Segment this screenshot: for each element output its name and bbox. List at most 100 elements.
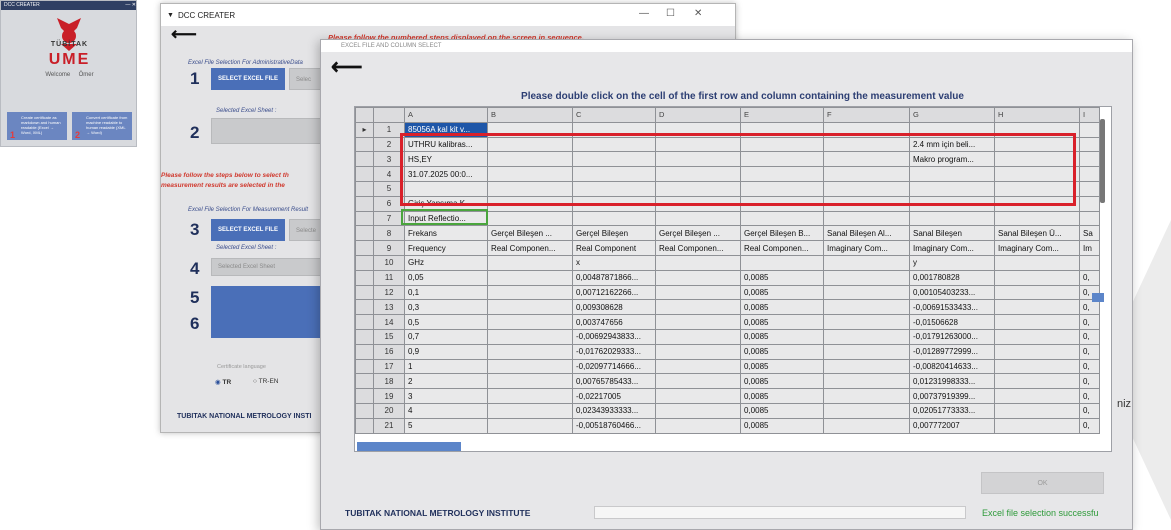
grid-cell[interactable]: 0,1 xyxy=(404,284,488,301)
grid-cell[interactable]: 0,0085 xyxy=(740,417,824,434)
grid-cell[interactable] xyxy=(655,373,741,390)
grid-cell[interactable] xyxy=(740,210,824,227)
grid-cell[interactable]: 0,007772007 xyxy=(909,417,995,434)
table-row[interactable]: 9 Frequency Real Componen... Real Component… xyxy=(355,240,1100,256)
grid-cell[interactable]: GHz xyxy=(404,254,488,271)
column-header[interactable]: D xyxy=(655,107,741,123)
column-header[interactable]: G xyxy=(909,107,995,123)
grid-cell[interactable]: -0,00518760466... xyxy=(572,417,656,434)
grid-cell[interactable]: 0,003747656 xyxy=(572,314,656,330)
table-row[interactable]: 17 1 -0,02097714666... 0,0085 -0,00820414633… xyxy=(355,358,1100,375)
grid-cell[interactable] xyxy=(740,254,824,271)
grid-cell[interactable]: 0,5 xyxy=(404,314,488,330)
grid-cell[interactable] xyxy=(655,210,741,227)
grid-cell[interactable]: 0,0085 xyxy=(740,388,824,404)
grid-cell[interactable] xyxy=(487,373,573,390)
grid-cell[interactable]: 0,0085 xyxy=(740,328,824,345)
grid-cell[interactable]: 1 xyxy=(404,358,488,375)
grid-cell[interactable]: Real Componen... xyxy=(487,240,573,256)
grid-cell[interactable] xyxy=(823,314,910,330)
maximize-icon[interactable]: ☐ xyxy=(666,8,675,19)
grid-cell[interactable]: Im xyxy=(1079,240,1100,256)
grid-cell[interactable]: 0,0085 xyxy=(740,299,824,316)
grid-cell[interactable]: 0, xyxy=(1079,314,1100,330)
grid-cell[interactable] xyxy=(994,328,1080,345)
grid-cell[interactable] xyxy=(1079,121,1100,138)
grid-cell[interactable]: Real Component xyxy=(572,240,656,256)
grid-cell[interactable]: x xyxy=(572,254,656,271)
grid-cell[interactable] xyxy=(823,388,910,404)
grid-cell[interactable] xyxy=(572,210,656,227)
grid-cell[interactable]: -0,00691533433... xyxy=(909,299,995,316)
grid-cell[interactable] xyxy=(1079,136,1100,153)
grid-cell[interactable] xyxy=(487,210,573,227)
grid-cell[interactable] xyxy=(487,314,573,330)
grid-cell[interactable]: 0, xyxy=(1079,373,1100,390)
grid-cell[interactable] xyxy=(655,284,741,301)
grid-cell[interactable] xyxy=(487,328,573,345)
grid-cell[interactable] xyxy=(487,402,573,419)
radio-tr-en[interactable]: ○ TR-EN xyxy=(253,378,279,385)
grid-cell[interactable]: Gerçel Bileşen ... xyxy=(487,225,573,242)
grid-cell[interactable] xyxy=(655,269,741,286)
table-row[interactable]: 16 0,9 -0,01762029333... 0,0085 -0,012897729… xyxy=(355,343,1100,360)
column-header[interactable] xyxy=(373,107,405,123)
grid-cell[interactable]: Imaginary Com... xyxy=(909,240,995,256)
grid-cell[interactable] xyxy=(994,388,1080,404)
grid-cell[interactable] xyxy=(1079,254,1100,271)
grid-cell[interactable]: 0,3 xyxy=(404,299,488,316)
grid-cell[interactable] xyxy=(994,254,1080,271)
grid-cell[interactable] xyxy=(994,269,1080,286)
grid-cell[interactable] xyxy=(994,343,1080,360)
grid-cell[interactable]: Sanal Bileşen Ü... xyxy=(994,225,1080,242)
grid-cell[interactable]: 0,0085 xyxy=(740,358,824,375)
grid-cell[interactable]: 5 xyxy=(404,417,488,434)
grid-cell[interactable]: 0,02051773333... xyxy=(909,402,995,419)
grid-cell[interactable]: 0, xyxy=(1079,269,1100,286)
grid-cell[interactable]: -0,00820414633... xyxy=(909,358,995,375)
grid-cell[interactable]: 3 xyxy=(404,388,488,404)
grid-cell[interactable] xyxy=(823,210,910,227)
grid-cell[interactable] xyxy=(487,254,573,271)
grid-cell[interactable]: 0,001780828 xyxy=(909,269,995,286)
grid-cell[interactable] xyxy=(909,210,995,227)
table-row[interactable]: 15 0,7 -0,00692943833... 0,0085 -0,017912630… xyxy=(355,328,1100,345)
grid-cell[interactable]: Frekans xyxy=(404,225,488,242)
grid-cell[interactable]: 0, xyxy=(1079,388,1100,404)
ok-button[interactable]: OK xyxy=(981,472,1104,494)
grid-cell[interactable] xyxy=(994,284,1080,301)
column-header[interactable]: I xyxy=(1079,107,1100,123)
grid-cell[interactable]: 0, xyxy=(1079,299,1100,316)
grid-cell[interactable]: Gerçel Bileşen xyxy=(572,225,656,242)
grid-cell[interactable]: 0,009308628 xyxy=(572,299,656,316)
grid-cell[interactable] xyxy=(994,210,1080,227)
grid-cell[interactable] xyxy=(823,254,910,271)
grid-cell[interactable]: Frequency xyxy=(404,240,488,256)
grid-cell[interactable] xyxy=(487,417,573,434)
grid-cell[interactable]: Real Componen... xyxy=(740,240,824,256)
grid-cell[interactable]: -0,02217005 xyxy=(572,388,656,404)
grid-cell[interactable] xyxy=(655,328,741,345)
table-row[interactable]: 19 3 -0,02217005 0,0085 0,00737919399... 0, xyxy=(355,388,1100,404)
select-measurement-excel-button[interactable]: SELECT EXCEL FILE xyxy=(211,219,285,241)
grid-cell[interactable] xyxy=(655,254,741,271)
grid-cell[interactable] xyxy=(655,358,741,375)
create-certificate-button[interactable]: Create certificate as markdown and human… xyxy=(7,112,67,140)
table-row[interactable]: 20 4 0,02343933333... 0,0085 0,02051773333..… xyxy=(355,402,1100,419)
grid-cell[interactable]: -0,00692943833... xyxy=(572,328,656,345)
grid-cell[interactable]: 0, xyxy=(1079,343,1100,360)
grid-cell[interactable]: -0,01762029333... xyxy=(572,343,656,360)
column-header[interactable]: E xyxy=(740,107,824,123)
close-icon[interactable]: ✕ xyxy=(694,8,702,19)
grid-cell[interactable] xyxy=(823,269,910,286)
back-arrow-icon[interactable]: ⟵ xyxy=(171,24,197,45)
grid-cell[interactable]: Imaginary Com... xyxy=(994,240,1080,256)
grid-cell[interactable] xyxy=(994,402,1080,419)
table-row[interactable]: 21 5 -0,00518760466... 0,0085 0,007772007 0, xyxy=(355,417,1100,434)
column-header[interactable]: C xyxy=(572,107,656,123)
grid-cell[interactable] xyxy=(655,402,741,419)
grid-cell[interactable] xyxy=(823,343,910,360)
grid-cell[interactable]: -0,01506628 xyxy=(909,314,995,330)
grid-cell[interactable] xyxy=(1079,151,1100,168)
grid-cell[interactable]: 4 xyxy=(404,402,488,419)
